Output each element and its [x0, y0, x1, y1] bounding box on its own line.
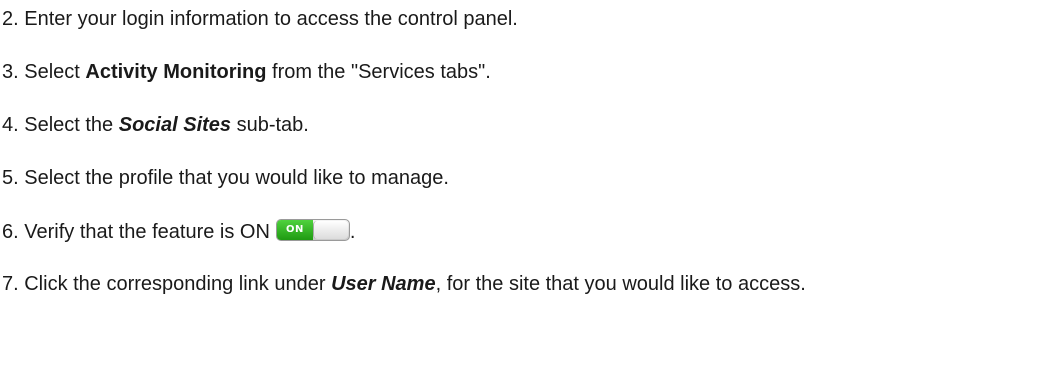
step-6-post: .: [349, 221, 356, 243]
toggle-knob: [312, 221, 348, 239]
step-7: 7. Click the corresponding link under Us…: [2, 272, 806, 296]
step-7-pre: 7. Click the corresponding link under: [2, 273, 332, 295]
step-4: 4. Select the Social Sites sub-tab.: [2, 113, 309, 137]
step-6-pre: 6. Verify that the feature is ON: [2, 221, 270, 243]
toggle-on-label: ON: [276, 220, 313, 240]
step-5: 5. Select the profile that you would lik…: [2, 166, 449, 190]
step-7-post: , for the site that you would like to ac…: [435, 273, 806, 295]
step-2-text: 2. Enter your login information to acces…: [2, 8, 518, 30]
on-toggle-switch[interactable]: ON: [275, 219, 350, 241]
step-4-post: sub-tab.: [231, 114, 309, 136]
step-3: 3. Select Activity Monitoring from the "…: [2, 60, 491, 84]
step-4-pre: 4. Select the: [2, 114, 119, 136]
step-2: 2. Enter your login information to acces…: [2, 7, 518, 31]
step-7-bold: User Name: [331, 273, 436, 295]
step-4-bold: Social Sites: [118, 114, 232, 136]
step-3-bold: Activity Monitoring: [85, 61, 267, 83]
step-3-post: from the "Services tabs".: [266, 61, 491, 83]
step-3-pre: 3. Select: [2, 61, 86, 83]
step-5-text: 5. Select the profile that you would lik…: [2, 167, 449, 189]
step-6: 6. Verify that the feature is ON ON.: [2, 219, 355, 244]
